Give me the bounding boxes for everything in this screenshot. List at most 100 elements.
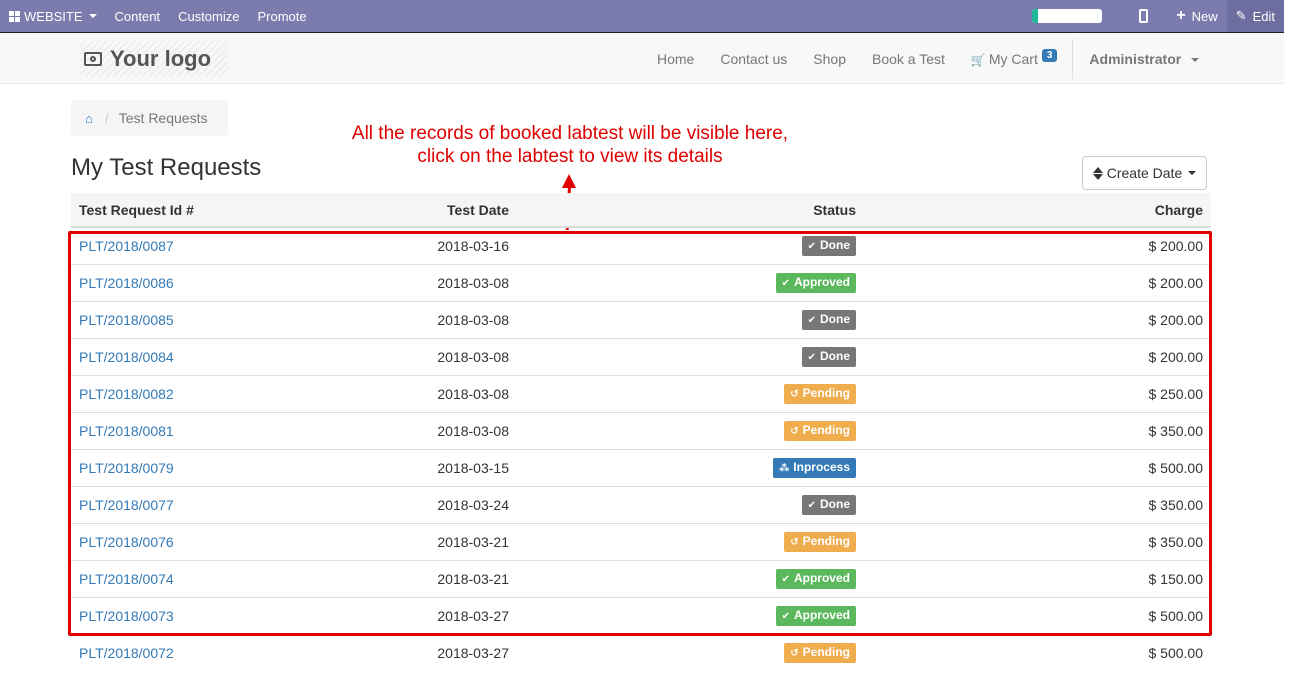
check-icon: ✔ xyxy=(807,499,816,511)
status-cell: ⁂ Inprocess xyxy=(517,448,864,486)
table-row[interactable]: PLT/2018/0072 2018-03-27 ↺ Pending $ 500.00 xyxy=(71,633,1211,671)
test-request-link[interactable]: PLT/2018/0087 xyxy=(79,238,174,254)
menu-my-cart[interactable]: 🛒 My Cart 3 xyxy=(958,48,1071,68)
header-test-request-id: Test Request Id # xyxy=(71,193,371,228)
test-date-cell: 2018-03-08 xyxy=(371,263,517,301)
history-icon: ↺ xyxy=(790,536,799,548)
status-badge: ↺ Pending xyxy=(784,420,856,441)
test-request-link[interactable]: PLT/2018/0086 xyxy=(79,275,174,291)
status-label: Pending xyxy=(802,385,850,400)
status-label: Pending xyxy=(802,644,850,659)
table-row[interactable]: PLT/2018/0086 2018-03-08 ✔ Approved $ 200.00 xyxy=(71,263,1211,301)
menu-divider xyxy=(1072,39,1074,79)
test-request-link[interactable]: PLT/2018/0074 xyxy=(79,571,174,587)
logo-text: Your logo xyxy=(110,46,212,71)
status-cell: ↺ Pending xyxy=(517,522,864,560)
user-menu[interactable]: Administrator xyxy=(1075,51,1213,67)
table-row[interactable]: PLT/2018/0084 2018-03-08 ✔ Done $ 200.00 xyxy=(71,337,1211,375)
test-request-link[interactable]: PLT/2018/0084 xyxy=(79,349,174,365)
status-badge: ✔ Approved xyxy=(775,272,856,293)
table-row[interactable]: PLT/2018/0074 2018-03-21 ✔ Approved $ 150.00 xyxy=(71,559,1211,597)
table-row[interactable]: PLT/2018/0087 2018-03-16 ✔ Done $ 200.00 xyxy=(71,226,1211,264)
status-label: Approved xyxy=(793,607,850,622)
mobile-icon xyxy=(1139,9,1149,23)
status-cell: ✔ Done xyxy=(517,300,864,338)
check-icon: ✔ xyxy=(807,314,816,326)
shopping-cart-icon: 🛒 xyxy=(970,52,986,67)
menu-shop[interactable]: Shop xyxy=(800,51,859,67)
history-icon: ↺ xyxy=(790,425,799,437)
test-request-link[interactable]: PLT/2018/0082 xyxy=(79,386,174,402)
website-menu-label: WEBSITE xyxy=(24,8,83,24)
status-badge: ✔ Done xyxy=(801,494,856,515)
test-request-id-cell: PLT/2018/0085 xyxy=(71,300,371,338)
header-status: Status xyxy=(517,193,864,228)
history-icon: ↺ xyxy=(790,647,799,659)
test-date-cell: 2018-03-24 xyxy=(371,485,517,523)
camera-icon xyxy=(84,52,102,66)
spinner-icon: ⁂ xyxy=(779,462,790,474)
test-request-id-cell: PLT/2018/0084 xyxy=(71,337,371,375)
menu-book-a-test[interactable]: Book a Test xyxy=(859,51,958,67)
test-request-link[interactable]: PLT/2018/0085 xyxy=(79,312,174,328)
sort-icon xyxy=(1092,166,1103,180)
test-request-link[interactable]: PLT/2018/0077 xyxy=(79,497,174,513)
test-request-link[interactable]: PLT/2018/0076 xyxy=(79,534,174,550)
breadcrumb: ⌂ / Test Requests xyxy=(71,100,228,136)
caret-down-icon xyxy=(1191,58,1200,63)
annotation-line-1: All the records of booked labtest will b… xyxy=(351,123,789,144)
test-request-link[interactable]: PLT/2018/0081 xyxy=(79,423,174,439)
caret-down-icon xyxy=(88,14,97,18)
charge-cell: $ 350.00 xyxy=(864,485,1211,523)
user-name: Administrator xyxy=(1089,51,1182,67)
status-badge: ↺ Pending xyxy=(784,642,856,663)
test-date-cell: 2018-03-15 xyxy=(371,448,517,486)
page-title: My Test Requests xyxy=(71,154,262,181)
edit-label: Edit xyxy=(1252,8,1275,24)
mobile-preview-button[interactable] xyxy=(1120,0,1167,32)
table-row[interactable]: PLT/2018/0079 2018-03-15 ⁂ Inprocess $ 500.0… xyxy=(71,448,1211,486)
customize-menu[interactable]: Customize xyxy=(169,0,248,32)
new-button[interactable]: + New xyxy=(1167,0,1226,32)
test-date-cell: 2018-03-16 xyxy=(371,226,517,264)
test-request-id-cell: PLT/2018/0072 xyxy=(71,633,371,671)
status-badge: ✔ Done xyxy=(801,346,856,367)
header-test-date: Test Date xyxy=(371,193,517,228)
header-charge: Charge xyxy=(864,193,1211,228)
edit-button[interactable]: ✎ Edit xyxy=(1226,0,1284,32)
table-row[interactable]: PLT/2018/0085 2018-03-08 ✔ Done $ 200.00 xyxy=(71,300,1211,338)
promote-menu[interactable]: Promote xyxy=(248,0,315,32)
test-request-id-cell: PLT/2018/0082 xyxy=(71,374,371,412)
content-menu[interactable]: Content xyxy=(106,0,170,32)
table-row[interactable]: PLT/2018/0073 2018-03-27 ✔ Approved $ 500.00 xyxy=(71,596,1211,634)
status-badge: ✔ Approved xyxy=(775,568,856,589)
home-icon[interactable]: ⌂ xyxy=(85,111,93,126)
site-logo[interactable]: Your logo xyxy=(80,41,228,77)
status-badge: ✔ Approved xyxy=(775,605,856,626)
test-date-cell: 2018-03-08 xyxy=(371,300,517,338)
menu-home[interactable]: Home xyxy=(644,51,707,67)
test-request-id-cell: PLT/2018/0079 xyxy=(71,448,371,486)
status-label: Inprocess xyxy=(793,459,850,474)
check-icon: ✔ xyxy=(807,351,816,363)
charge-cell: $ 250.00 xyxy=(864,374,1211,412)
table-row[interactable]: PLT/2018/0081 2018-03-08 ↺ Pending $ 350.00 xyxy=(71,411,1211,449)
table-row[interactable]: PLT/2018/0082 2018-03-08 ↺ Pending $ 250.00 xyxy=(71,374,1211,412)
status-cell: ↺ Pending xyxy=(517,374,864,412)
test-request-link[interactable]: PLT/2018/0073 xyxy=(79,608,174,624)
charge-cell: $ 350.00 xyxy=(864,522,1211,560)
history-icon: ↺ xyxy=(790,388,799,400)
website-menu[interactable]: WEBSITE xyxy=(0,0,106,32)
test-request-link[interactable]: PLT/2018/0072 xyxy=(79,645,174,661)
sort-by-button[interactable]: Create Date xyxy=(1082,156,1207,190)
charge-cell: $ 500.00 xyxy=(864,448,1211,486)
table-row[interactable]: PLT/2018/0077 2018-03-24 ✔ Done $ 350.00 xyxy=(71,485,1211,523)
table-row[interactable]: PLT/2018/0076 2018-03-21 ↺ Pending $ 350.00 xyxy=(71,522,1211,560)
menu-contact-us[interactable]: Contact us xyxy=(707,51,800,67)
test-date-cell: 2018-03-08 xyxy=(371,411,517,449)
charge-cell: $ 200.00 xyxy=(864,300,1211,338)
status-cell: ✔ Done xyxy=(517,485,864,523)
pencil-icon: ✎ xyxy=(1235,8,1247,23)
test-request-link[interactable]: PLT/2018/0079 xyxy=(79,460,174,476)
sort-label: Create Date xyxy=(1106,165,1183,181)
